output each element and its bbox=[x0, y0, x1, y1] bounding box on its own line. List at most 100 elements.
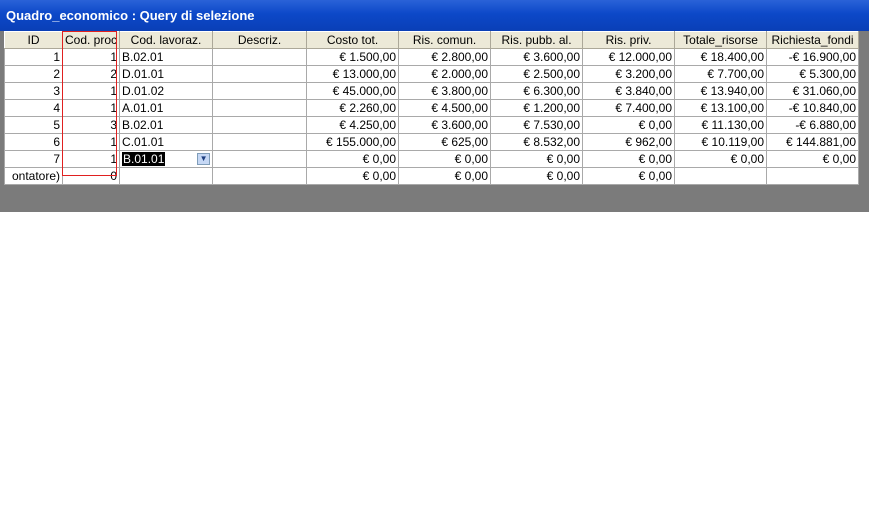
cell-costo-tot[interactable]: € 1.500,00 bbox=[306, 48, 400, 66]
cell-costo-tot[interactable]: € 0,00 bbox=[306, 150, 400, 168]
cell-descriz[interactable] bbox=[212, 48, 308, 66]
table-row: 3 1 D.01.02 € 45.000,00 € 3.800,00 € 6.3… bbox=[4, 82, 860, 100]
cell-ris-comun[interactable]: € 0,00 bbox=[398, 150, 492, 168]
table-row: 2 2 D.01.01 € 13.000,00 € 2.000,00 € 2.5… bbox=[4, 65, 860, 83]
column-header-totale-risorse[interactable]: Totale_risorse bbox=[674, 31, 768, 49]
cell-id[interactable]: 5 bbox=[4, 116, 63, 134]
cell-richiesta-fondi[interactable]: € 5.300,00 bbox=[766, 65, 860, 83]
cell-ris-pubb-al[interactable]: € 8.532,00 bbox=[490, 133, 584, 151]
cell-costo-tot[interactable]: € 4.250,00 bbox=[306, 116, 400, 134]
column-header-ris-comun[interactable]: Ris. comun. bbox=[398, 31, 492, 49]
cell-id[interactable]: 3 bbox=[4, 82, 63, 100]
cell-ris-pubb-al[interactable]: € 1.200,00 bbox=[490, 99, 584, 117]
cell-descriz[interactable] bbox=[212, 82, 308, 100]
cell-ris-comun[interactable]: € 625,00 bbox=[398, 133, 492, 151]
cell-ris-comun[interactable]: € 3.800,00 bbox=[398, 82, 492, 100]
cell-descriz[interactable] bbox=[212, 99, 308, 117]
cell-totale-risorse[interactable]: € 11.130,00 bbox=[674, 116, 768, 134]
cell-richiesta-fondi[interactable]: -€ 6.880,00 bbox=[766, 116, 860, 134]
chevron-down-icon[interactable]: ▼ bbox=[197, 153, 211, 165]
cell-cod-lavoraz[interactable]: B.02.01 bbox=[119, 116, 214, 134]
cell-cod-proc[interactable]: 1 bbox=[61, 150, 121, 168]
cell-cod-lavoraz[interactable] bbox=[119, 167, 214, 185]
cell-cod-proc[interactable]: 1 bbox=[61, 99, 121, 117]
cell-richiesta-fondi[interactable]: € 144.881,00 bbox=[766, 133, 860, 151]
table-row-active: 7 1 B.01.01 ▼ € 0,00 € 0,00 € 0,00 € 0,0… bbox=[4, 150, 860, 168]
cell-ris-priv[interactable]: € 962,00 bbox=[582, 133, 676, 151]
table-row-new: ontatore) 0 € 0,00 € 0,00 € 0,00 € 0,00 bbox=[4, 167, 860, 185]
cell-costo-tot[interactable]: € 0,00 bbox=[306, 167, 400, 185]
cell-id[interactable]: 6 bbox=[4, 133, 63, 151]
column-header-id[interactable]: ID bbox=[4, 31, 63, 49]
cell-costo-tot[interactable]: € 2.260,00 bbox=[306, 99, 400, 117]
column-header-costo-tot[interactable]: Costo tot. bbox=[306, 31, 400, 49]
column-header-cod-proc[interactable]: Cod. proc bbox=[61, 31, 121, 49]
cell-totale-risorse[interactable]: € 18.400,00 bbox=[674, 48, 768, 66]
cell-costo-tot[interactable]: € 155.000,00 bbox=[306, 133, 400, 151]
cell-cod-lavoraz[interactable]: D.01.01 bbox=[119, 65, 214, 83]
cell-cod-lavoraz[interactable]: C.01.01 bbox=[119, 133, 214, 151]
cell-richiesta-fondi[interactable]: -€ 10.840,00 bbox=[766, 99, 860, 117]
selected-value[interactable]: B.01.01 bbox=[122, 152, 166, 166]
cell-ris-priv[interactable]: € 0,00 bbox=[582, 167, 676, 185]
cell-cod-lavoraz[interactable]: B.02.01 bbox=[119, 48, 214, 66]
cell-descriz[interactable] bbox=[212, 65, 308, 83]
column-header-descriz[interactable]: Descriz. bbox=[212, 31, 308, 49]
cell-cod-proc[interactable]: 1 bbox=[61, 82, 121, 100]
cell-ris-comun[interactable]: € 4.500,00 bbox=[398, 99, 492, 117]
cell-cod-lavoraz[interactable]: D.01.02 bbox=[119, 82, 214, 100]
column-header-cod-lavoraz[interactable]: Cod. lavoraz. bbox=[119, 31, 214, 49]
cell-costo-tot[interactable]: € 45.000,00 bbox=[306, 82, 400, 100]
cell-id[interactable]: 2 bbox=[4, 65, 63, 83]
cell-totale-risorse[interactable]: € 7.700,00 bbox=[674, 65, 768, 83]
cell-ris-priv[interactable]: € 3.840,00 bbox=[582, 82, 676, 100]
title-bar[interactable]: Quadro_economico : Query di selezione bbox=[0, 0, 869, 31]
cell-ris-priv[interactable]: € 7.400,00 bbox=[582, 99, 676, 117]
cell-ris-comun[interactable]: € 2.800,00 bbox=[398, 48, 492, 66]
cell-ris-pubb-al[interactable]: € 0,00 bbox=[490, 150, 584, 168]
cell-cod-proc[interactable]: 1 bbox=[61, 133, 121, 151]
cell-totale-risorse[interactable]: € 10.119,00 bbox=[674, 133, 768, 151]
cell-cod-proc[interactable]: 0 bbox=[61, 167, 121, 185]
column-header-ris-priv[interactable]: Ris. priv. bbox=[582, 31, 676, 49]
cell-ris-comun[interactable]: € 3.600,00 bbox=[398, 116, 492, 134]
header-row: ID Cod. proc Cod. lavoraz. Descriz. Cost… bbox=[4, 31, 860, 49]
cell-id[interactable]: 7 bbox=[4, 150, 63, 168]
cell-cod-proc[interactable]: 1 bbox=[61, 48, 121, 66]
cell-id[interactable]: ontatore) bbox=[4, 167, 63, 185]
cell-totale-risorse[interactable]: € 0,00 bbox=[674, 150, 768, 168]
cell-cod-proc[interactable]: 3 bbox=[61, 116, 121, 134]
cell-ris-pubb-al[interactable]: € 0,00 bbox=[490, 167, 584, 185]
cell-costo-tot[interactable]: € 13.000,00 bbox=[306, 65, 400, 83]
cell-descriz[interactable] bbox=[212, 133, 308, 151]
datasheet-grid: ID Cod. proc Cod. lavoraz. Descriz. Cost… bbox=[4, 31, 860, 185]
cell-ris-priv[interactable]: € 12.000,00 bbox=[582, 48, 676, 66]
cell-id[interactable]: 1 bbox=[4, 48, 63, 66]
column-header-richiesta-fondi[interactable]: Richiesta_fondi bbox=[766, 31, 860, 49]
cell-richiesta-fondi[interactable]: € 0,00 bbox=[766, 150, 860, 168]
cell-ris-priv[interactable]: € 0,00 bbox=[582, 150, 676, 168]
window-title: Quadro_economico : Query di selezione bbox=[6, 8, 255, 23]
cell-totale-risorse[interactable]: € 13.940,00 bbox=[674, 82, 768, 100]
cell-ris-pubb-al[interactable]: € 3.600,00 bbox=[490, 48, 584, 66]
cell-richiesta-fondi[interactable]: € 31.060,00 bbox=[766, 82, 860, 100]
cell-ris-comun[interactable]: € 0,00 bbox=[398, 167, 492, 185]
cell-richiesta-fondi[interactable]: -€ 16.900,00 bbox=[766, 48, 860, 66]
cell-descriz[interactable] bbox=[212, 150, 308, 168]
cell-descriz[interactable] bbox=[212, 116, 308, 134]
cell-totale-risorse[interactable] bbox=[674, 167, 768, 185]
cell-ris-comun[interactable]: € 2.000,00 bbox=[398, 65, 492, 83]
cell-ris-priv[interactable]: € 3.200,00 bbox=[582, 65, 676, 83]
cell-ris-priv[interactable]: € 0,00 bbox=[582, 116, 676, 134]
cell-ris-pubb-al[interactable]: € 2.500,00 bbox=[490, 65, 584, 83]
column-header-ris-pubb-al[interactable]: Ris. pubb. al. bbox=[490, 31, 584, 49]
cell-cod-proc[interactable]: 2 bbox=[61, 65, 121, 83]
cell-cod-lavoraz[interactable]: A.01.01 bbox=[119, 99, 214, 117]
cell-descriz[interactable] bbox=[212, 167, 308, 185]
cell-ris-pubb-al[interactable]: € 7.530,00 bbox=[490, 116, 584, 134]
cell-richiesta-fondi[interactable] bbox=[766, 167, 860, 185]
cell-id[interactable]: 4 bbox=[4, 99, 63, 117]
cell-ris-pubb-al[interactable]: € 6.300,00 bbox=[490, 82, 584, 100]
cod-lavoraz-combo[interactable]: B.01.01 ▼ bbox=[119, 150, 214, 168]
cell-totale-risorse[interactable]: € 13.100,00 bbox=[674, 99, 768, 117]
